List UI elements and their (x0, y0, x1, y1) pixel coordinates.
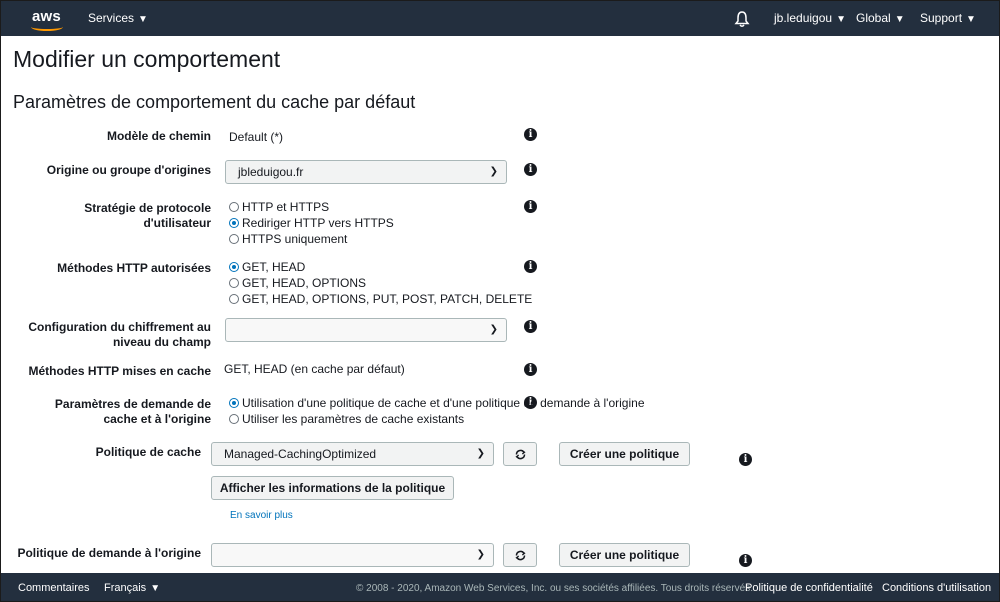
field-encryption-label-line1: Configuration du chiffrement au (28, 320, 211, 334)
chevron-down-icon: ❯ (476, 549, 485, 560)
origin-request-policy-label: Politique de demande à l'origine (17, 546, 201, 560)
footer-bar: Commentaires Français ▼ © 2008 - 2020, Am… (1, 573, 999, 601)
notifications-bell-icon[interactable] (734, 10, 750, 28)
page-title: Modifier un comportement (13, 46, 281, 72)
aws-smile-icon (31, 23, 63, 31)
cache-request-settings-label-line2: cache et à l'origine (103, 412, 211, 426)
cached-methods-value: GET, HEAD (en cache par défaut) (224, 362, 405, 376)
create-cache-policy-button[interactable]: Créer une politique (559, 442, 690, 466)
caret-down-icon: ▼ (966, 14, 976, 25)
field-encryption-select[interactable]: ❯ (225, 318, 507, 342)
language-menu[interactable]: Français ▼ (104, 582, 160, 594)
cache-settings-option-legacy[interactable]: Utiliser les paramètres de cache existan… (229, 412, 464, 427)
feedback-link[interactable]: Commentaires (18, 582, 90, 594)
services-menu[interactable]: Services ▼ (88, 11, 148, 25)
methods-option-get-head-options[interactable]: GET, HEAD, OPTIONS (229, 276, 366, 291)
protocol-option-http-https[interactable]: HTTP et HTTPS (229, 200, 329, 215)
copyright-text: © 2008 - 2020, Amazon Web Services, Inc.… (356, 583, 754, 594)
info-icon[interactable]: i (524, 163, 537, 176)
origin-label: Origine ou groupe d'origines (46, 163, 211, 177)
allowed-methods-label: Méthodes HTTP autorisées (57, 261, 211, 275)
chevron-down-icon: ❯ (489, 324, 498, 335)
methods-option-all[interactable]: GET, HEAD, OPTIONS, PUT, POST, PATCH, DE… (229, 292, 532, 307)
refresh-cache-policy-button[interactable] (503, 442, 537, 466)
field-encryption-label-line2: niveau du champ (112, 335, 211, 349)
protocol-policy-label: Stratégie de protocole d'utilisateur (84, 201, 211, 231)
services-label: Services (88, 11, 135, 25)
chevron-down-icon: ❯ (489, 166, 498, 177)
support-label: Support (920, 11, 963, 25)
caret-down-icon: ▼ (138, 14, 148, 25)
radio-button-selected[interactable] (229, 218, 239, 228)
user-menu[interactable]: jb.leduigou ▼ (774, 11, 846, 25)
refresh-icon (515, 449, 526, 460)
protocol-option-redirect[interactable]: Rediriger HTTP vers HTTPS (229, 216, 394, 231)
caret-down-icon: ▼ (836, 14, 846, 25)
radio-label: HTTPS uniquement (242, 232, 348, 246)
section-title: Paramètres de comportement du cache par … (13, 92, 416, 112)
radio-button-selected[interactable] (229, 262, 239, 272)
radio-button[interactable] (229, 414, 239, 424)
radio-label: Utilisation d'une politique de cache et … (242, 396, 645, 410)
cache-policy-label: Politique de cache (95, 445, 201, 459)
privacy-link[interactable]: Politique de confidentialité (745, 582, 873, 594)
cache-settings-option-policies[interactable]: Utilisation d'une politique de cache et … (229, 396, 645, 411)
chevron-down-icon: ❯ (476, 448, 485, 459)
caret-down-icon: ▼ (150, 583, 161, 594)
radio-button[interactable] (229, 294, 239, 304)
radio-label: GET, HEAD, OPTIONS, PUT, POST, PATCH, DE… (242, 292, 533, 306)
region-menu[interactable]: Global ▼ (856, 11, 905, 25)
learn-more-link[interactable]: En savoir plus (230, 510, 293, 521)
refresh-origin-request-policy-button[interactable] (503, 543, 537, 567)
field-encryption-label: Configuration du chiffrement au niveau d… (28, 320, 211, 350)
aws-logo[interactable]: aws (29, 6, 67, 32)
protocol-policy-label-line1: Stratégie de protocole (84, 201, 211, 215)
region-label: Global (856, 11, 891, 25)
view-policy-details-button[interactable]: Afficher les informations de la politiqu… (211, 476, 454, 500)
cache-policy-select[interactable]: Managed-CachingOptimized ❯ (211, 442, 494, 466)
protocol-option-https-only[interactable]: HTTPS uniquement (229, 232, 347, 247)
cache-policy-select-value: Managed-CachingOptimized (224, 447, 377, 461)
info-icon[interactable]: i (739, 554, 752, 567)
top-nav-bar: aws Services ▼ jb.leduigou ▼ Global ▼ Suppo… (1, 1, 999, 36)
cache-request-settings-label-line1: Paramètres de demande de (54, 397, 211, 411)
app-frame: aws Services ▼ jb.leduigou ▼ Global ▼ Suppo… (0, 0, 1000, 602)
origin-request-policy-select[interactable]: ❯ (211, 543, 494, 567)
path-pattern-value: Default (*) (229, 130, 284, 144)
methods-option-get-head[interactable]: GET, HEAD (229, 260, 305, 275)
info-icon[interactable]: i (524, 128, 537, 141)
path-pattern-label: Modèle de chemin (106, 129, 211, 143)
create-origin-request-policy-button[interactable]: Créer une politique (559, 543, 690, 567)
info-icon[interactable]: i (524, 320, 537, 333)
origin-select-value: jbleduigou.fr (238, 165, 304, 179)
radio-button-selected[interactable] (229, 398, 239, 408)
info-icon[interactable]: i (524, 260, 537, 273)
radio-label: Utiliser les paramètres de cache existan… (242, 412, 465, 426)
info-icon[interactable]: i (739, 453, 752, 466)
radio-button[interactable] (229, 278, 239, 288)
info-icon[interactable]: i (524, 200, 537, 213)
support-menu[interactable]: Support ▼ (920, 11, 976, 25)
radio-label: Rediriger HTTP vers HTTPS (242, 216, 394, 230)
cache-request-settings-label: Paramètres de demande de cache et à l'or… (55, 397, 211, 427)
radio-button[interactable] (229, 202, 239, 212)
origin-select[interactable]: jbleduigou.fr ❯ (225, 160, 507, 184)
terms-link[interactable]: Conditions d'utilisation (882, 582, 991, 594)
caret-down-icon: ▼ (894, 14, 905, 25)
language-label: Français (104, 582, 147, 594)
protocol-policy-label-line2: d'utilisateur (143, 216, 211, 230)
radio-label: GET, HEAD, OPTIONS (242, 276, 367, 290)
radio-button[interactable] (229, 234, 239, 244)
radio-label: GET, HEAD (242, 260, 306, 274)
refresh-icon (515, 550, 526, 561)
cached-methods-label: Méthodes HTTP mises en cache (28, 364, 211, 378)
user-name: jb.leduigou (774, 11, 833, 25)
info-icon[interactable]: i (524, 363, 537, 376)
radio-label: HTTP et HTTPS (242, 200, 330, 214)
